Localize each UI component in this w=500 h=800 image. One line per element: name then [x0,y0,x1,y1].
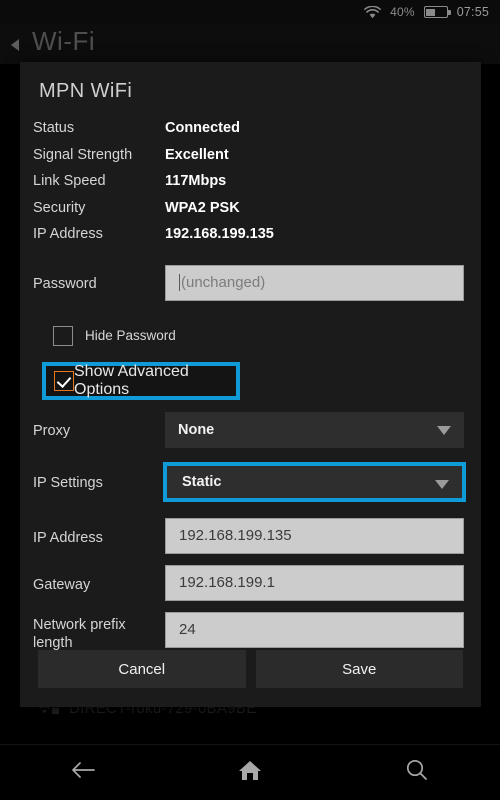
info-value: 192.168.199.135 [165,226,274,242]
info-label: Signal Strength [33,146,133,163]
nav-search-button[interactable] [333,744,500,800]
info-row-status: Status Connected [20,120,481,147]
wifi-details-dialog: MPN WiFi Status Connected Signal Strengt… [20,62,481,707]
password-row: Password (unchanged) [20,264,481,311]
ip-settings-select[interactable]: Static [163,461,466,502]
network-prefix-length-input[interactable]: 24 [165,611,464,648]
proxy-label: Proxy [33,422,71,439]
wifi-icon [364,5,381,19]
dialog-button-row: Cancel Save [20,650,481,688]
ip-address-value: 192.168.199.135 [179,527,292,544]
ip-settings-value: Static [182,473,222,490]
nav-divider [0,744,500,745]
proxy-value: None [178,421,215,438]
cancel-button[interactable]: Cancel [38,650,246,688]
password-input[interactable]: (unchanged) [165,264,464,301]
hide-password-checkbox[interactable] [53,325,73,346]
ip-address-input[interactable]: 192.168.199.135 [165,517,464,554]
page-header: Wi-Fi [0,24,500,64]
ip-settings-label: IP Settings [33,474,103,491]
gateway-row: Gateway 192.168.199.1 [20,564,481,612]
info-row-ip-address: IP Address 192.168.199.135 [20,226,481,253]
show-advanced-options-label: Show Advanced Options [74,362,189,398]
info-value: 117Mbps [165,173,227,189]
dialog-title: MPN WiFi [39,80,133,102]
hide-password-row[interactable]: Hide Password [20,319,481,353]
page-title: Wi-Fi [32,26,96,56]
password-placeholder: (unchanged) [181,274,266,291]
ip-address-row: IP Address 192.168.199.135 [20,517,481,565]
info-value: WPA2 PSK [165,199,240,216]
nav-back-button[interactable] [0,744,167,800]
network-prefix-length-value: 24 [179,621,196,638]
chevron-down-icon [437,425,451,435]
proxy-row: Proxy None [20,411,481,452]
nav-home-button[interactable] [167,744,334,800]
back-triangle-icon[interactable] [11,39,19,51]
ip-settings-row: IP Settings Static [20,461,481,504]
dialog-body: Status Connected Signal Strength Excelle… [20,120,481,659]
info-label: Security [33,199,86,216]
password-label: Password [33,275,97,292]
save-button[interactable]: Save [255,650,463,688]
system-nav-bar [0,744,500,800]
clock-label: 07:55 [456,5,489,19]
text-caret [179,274,180,291]
home-icon [237,758,263,787]
info-label: Link Speed [33,173,106,189]
battery-fill [426,8,436,16]
info-row-security: Security WPA2 PSK [20,200,481,227]
network-prefix-length-field-label: Network prefix length [33,616,126,651]
battery-percent-label: 40% [390,5,415,19]
status-bar: 40% 07:55 [0,0,500,24]
info-row-link-speed: Link Speed 117Mbps [20,173,481,200]
gateway-input[interactable]: 192.168.199.1 [165,564,464,601]
back-arrow-icon [70,759,96,786]
chevron-down-icon [435,479,449,489]
show-advanced-options-highlight: Show Advanced Options [42,361,240,400]
info-row-signal-strength: Signal Strength Excellent [20,147,481,174]
show-advanced-options-checkbox[interactable] [54,370,74,391]
gateway-value: 192.168.199.1 [179,574,275,591]
gateway-field-label: Gateway [33,576,91,593]
info-value: Connected [165,120,240,136]
info-value: Excellent [165,146,229,163]
battery-icon [423,6,451,18]
info-label: IP Address [33,226,103,242]
info-label: Status [33,120,75,136]
proxy-select[interactable]: None [165,411,464,448]
ip-address-field-label: IP Address [33,529,103,546]
search-icon [404,758,430,787]
hide-password-label: Hide Password [85,328,176,343]
